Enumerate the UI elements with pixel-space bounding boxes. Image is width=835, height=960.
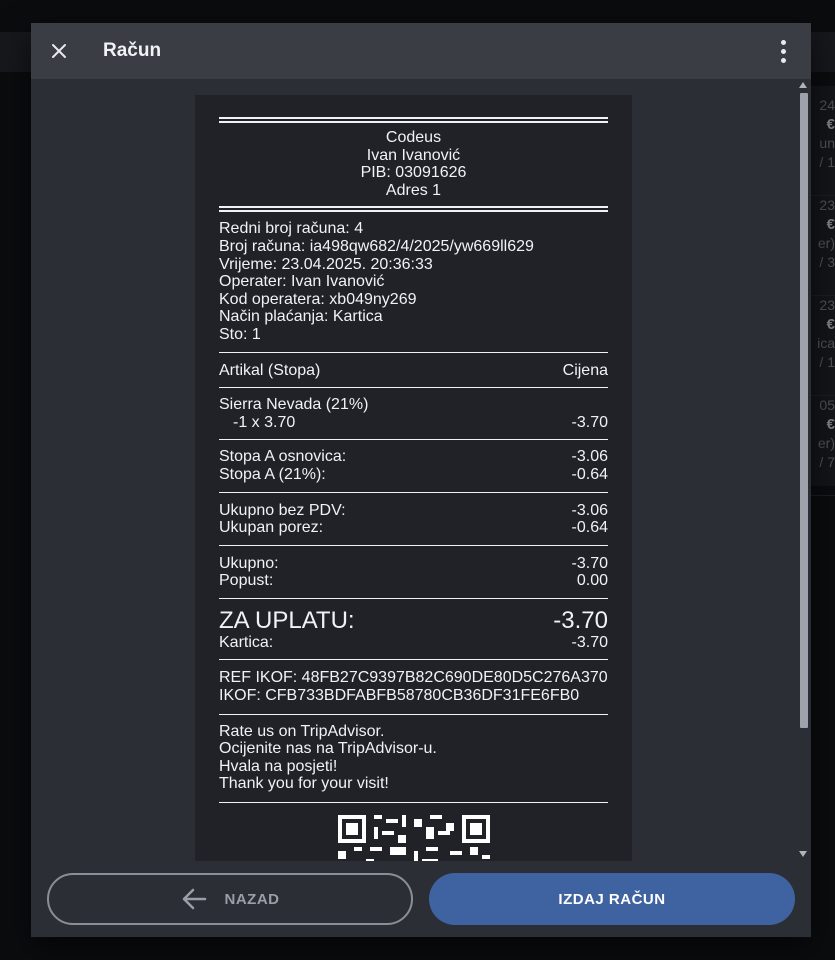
more-options-button[interactable] bbox=[771, 37, 795, 65]
receipt-info: Redni broj računa: 4 Broj računa: ia498q… bbox=[219, 212, 608, 351]
dialog-content[interactable]: Codeus Ivan Ivanović PIB: 03091626 Adres… bbox=[31, 79, 811, 861]
discount-label: Popust: bbox=[219, 572, 274, 590]
qr-code bbox=[337, 815, 490, 861]
more-vertical-icon bbox=[780, 39, 786, 45]
receipt-number: Redni broj računa: 4 bbox=[219, 220, 364, 238]
more-vertical-icon-dot bbox=[780, 48, 786, 54]
tax-section: Stopa A osnovica: -3.06 Stopa A (21%): -… bbox=[219, 440, 608, 491]
items-header-item: Artikal (Stopa) bbox=[219, 361, 321, 379]
discount-value: 0.00 bbox=[576, 572, 608, 590]
back-button[interactable]: NAZAD bbox=[47, 873, 413, 925]
back-button-label: NAZAD bbox=[224, 890, 280, 908]
dialog-header: Račun bbox=[31, 23, 811, 79]
pib: PIB: 03091626 bbox=[360, 164, 467, 182]
ref-ikof: REF IKOF: 48FB27C9397B82C690DE80D5C276A3… bbox=[219, 669, 608, 687]
tax-total-label: Ukupan porez: bbox=[219, 519, 324, 537]
arrow-left-icon bbox=[182, 888, 206, 910]
receipt-payment-method: Način plaćanja: Kartica bbox=[219, 308, 383, 326]
issue-receipt-button[interactable]: IZDAJ RAČUN bbox=[429, 873, 795, 925]
amount-due-value: -3.70 bbox=[553, 606, 608, 634]
line-item: Sierra Nevada (21%) -1 x 3.70 -3.70 bbox=[219, 388, 608, 439]
owner-name: Ivan Ivanović bbox=[366, 146, 461, 164]
item-quantity: -1 x 3.70 bbox=[233, 413, 296, 431]
net-value: -3.06 bbox=[571, 501, 608, 519]
card-value: -3.70 bbox=[571, 633, 608, 651]
payment-section: ZA UPLATU: -3.70 Kartica: -3.70 bbox=[219, 599, 608, 660]
scroll-up-arrow-icon[interactable] bbox=[799, 82, 807, 88]
tax-total-value: -0.64 bbox=[571, 519, 608, 537]
more-vertical-icon-dot bbox=[780, 57, 786, 63]
amount-due-label: ZA UPLATU: bbox=[219, 606, 355, 634]
ikof: IKOF: CFB733BDFABFB58780CB36DF31FE6FB0 bbox=[219, 687, 580, 705]
total-label: Ukupno: bbox=[219, 554, 279, 572]
receipt-id: Broj računa: ia498qw682/4/2025/yw669ll62… bbox=[219, 237, 534, 255]
address: Adres 1 bbox=[385, 181, 442, 199]
tax-base-value: -3.06 bbox=[571, 448, 608, 466]
receipt-table: Sto: 1 bbox=[219, 325, 261, 343]
receipt-time: Vrijeme: 23.04.2025. 20:36:33 bbox=[219, 255, 433, 273]
company-name: Codeus bbox=[385, 129, 442, 146]
total-section: Ukupno: -3.70 Popust: 0.00 bbox=[219, 546, 608, 598]
items-header-price: Cijena bbox=[562, 361, 608, 379]
close-icon bbox=[52, 44, 66, 58]
item-total: -3.70 bbox=[571, 413, 608, 431]
items-header: Artikal (Stopa) Cijena bbox=[219, 353, 608, 388]
scroll-down-arrow-icon[interactable] bbox=[799, 851, 807, 857]
receipt-operator-code: Kod operatera: xb049ny269 bbox=[219, 290, 417, 308]
receipt-dialog: Račun Codeus Ivan Ivanović PIB: 03091626… bbox=[31, 23, 811, 937]
divider bbox=[219, 802, 608, 804]
card-label: Kartica: bbox=[219, 633, 274, 651]
total-value: -3.70 bbox=[571, 554, 608, 572]
message-line: Ocijenite nas na TripAdvisor-u. bbox=[219, 740, 437, 758]
receipt-paper: Codeus Ivan Ivanović PIB: 03091626 Adres… bbox=[195, 95, 632, 861]
message-line: Rate us on TripAdvisor. bbox=[219, 722, 385, 740]
message-line: Thank you for your visit! bbox=[219, 775, 389, 793]
tax-rate-value: -0.64 bbox=[571, 465, 608, 483]
dialog-title: Račun bbox=[103, 40, 162, 61]
net-label: Ukupno bez PDV: bbox=[219, 501, 346, 519]
tax-base-label: Stopa A osnovica: bbox=[219, 448, 347, 466]
scrollbar[interactable] bbox=[796, 79, 811, 861]
thank-you-messages: Rate us on TripAdvisor. Ocijenite nas na… bbox=[219, 715, 608, 802]
scrollbar-thumb[interactable] bbox=[800, 93, 808, 728]
receipt-header: Codeus Ivan Ivanović PIB: 03091626 Adres… bbox=[219, 123, 608, 206]
fiscal-codes: REF IKOF: 48FB27C9397B82C690DE80D5C276A3… bbox=[219, 660, 608, 713]
dialog-footer: NAZAD IZDAJ RAČUN bbox=[31, 861, 811, 937]
message-line: Hvala na posjeti! bbox=[219, 757, 338, 775]
item-name: Sierra Nevada (21%) bbox=[219, 396, 369, 414]
issue-receipt-label: IZDAJ RAČUN bbox=[558, 890, 666, 908]
close-button[interactable] bbox=[31, 23, 87, 79]
receipt-operator: Operater: Ivan Ivanović bbox=[219, 273, 385, 291]
tax-rate-label: Stopa A (21%): bbox=[219, 465, 326, 483]
net-section: Ukupno bez PDV: -3.06 Ukupan porez: -0.6… bbox=[219, 493, 608, 545]
